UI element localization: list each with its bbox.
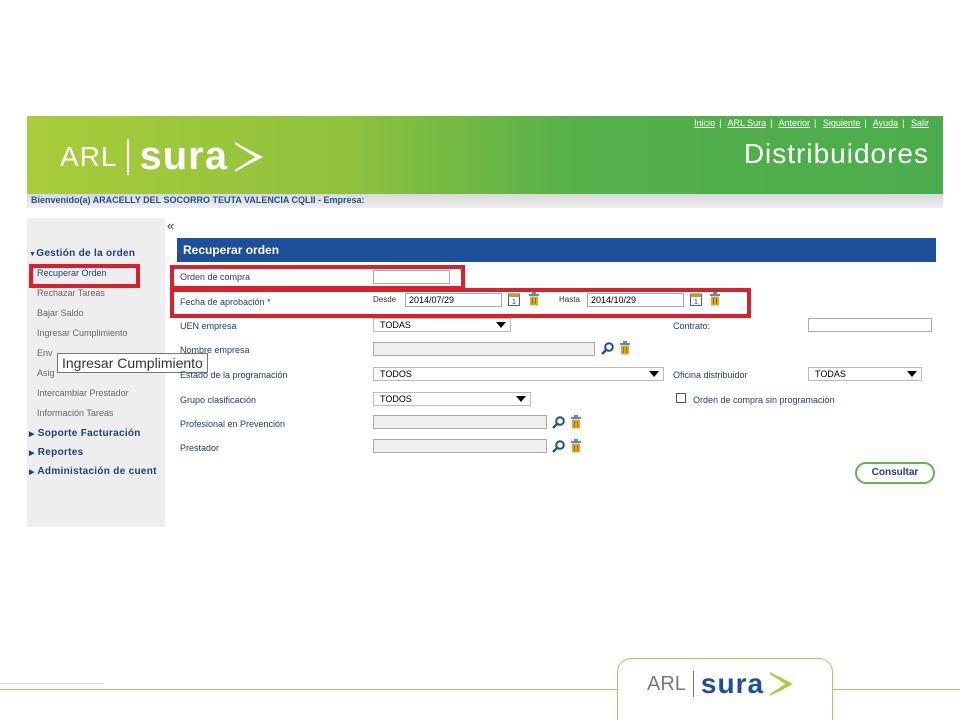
top-links: Inicio | ARL Sura | Anterior | Siguiente | A… (694, 118, 929, 128)
trash-icon[interactable] (619, 341, 631, 355)
oficina-distribuidor-value: TODAS (815, 369, 846, 379)
link-salir[interactable]: Salir (911, 118, 929, 128)
estado-programacion-value: TODOS (380, 369, 412, 379)
sidebar-item-rechazar-tareas[interactable]: Rechazar Tareas (37, 288, 105, 298)
link-arl-sura[interactable]: ARL Sura (727, 118, 766, 128)
sidebar-item-asig[interactable]: Asig (37, 368, 55, 378)
uen-empresa-label: UEN empresa (180, 321, 237, 331)
chevron-down-icon (516, 396, 526, 402)
footer-brand-arl: ARL (647, 672, 686, 695)
trash-icon[interactable] (570, 439, 582, 453)
brand-divider (127, 138, 130, 175)
sura-chevron-icon (234, 141, 264, 172)
nombre-empresa-label: Nombre empresa (180, 345, 250, 355)
chevron-down-icon (496, 322, 506, 328)
form-title: Recuperar orden (177, 238, 936, 262)
footer-brand-sura: sura (700, 668, 765, 699)
prestador-input[interactable] (373, 439, 547, 453)
sidebar-item-intercambiar-prestador[interactable]: Intercambiar Prestador (37, 388, 129, 398)
oficina-distribuidor-label: Oficina distribuidor (673, 370, 748, 380)
caret-right-icon: ▶ (29, 450, 35, 457)
uen-empresa-value: TODAS (380, 320, 411, 330)
sin-programacion-label: Orden de compra sin programación (693, 395, 835, 405)
sidebar-item-bajar-saldo[interactable]: Bajar Saldo (37, 308, 84, 318)
prestador-label: Prestador (180, 443, 220, 453)
highlight-recuperar-orden (29, 264, 140, 288)
footer-logo: ARL sura (647, 668, 793, 700)
highlight-fecha-aprobacion (170, 288, 751, 318)
highlight-orden-compra (170, 265, 465, 290)
brand-arl: ARL (60, 140, 118, 172)
grupo-clasificacion-label: Grupo clasificación (180, 395, 257, 405)
link-anterior[interactable]: Anterior (779, 118, 811, 128)
estado-programacion-label: Estado de la programación (180, 370, 288, 380)
caret-right-icon: ▶ (29, 431, 35, 438)
nombre-empresa-input[interactable] (373, 342, 595, 356)
profesional-prevencion-input[interactable] (373, 415, 547, 429)
collapse-sidebar-button[interactable]: « (167, 218, 174, 233)
sidebar-item-informacion-tareas[interactable]: Información Tareas (37, 408, 113, 418)
sin-programacion-checkbox[interactable] (676, 393, 686, 403)
grupo-clasificacion-select[interactable]: TODOS (373, 392, 531, 406)
profesional-prevencion-label: Profesional en Prevención (180, 419, 286, 429)
link-inicio[interactable]: Inicio (694, 118, 715, 128)
caret-right-icon: ▶ (29, 469, 35, 476)
sidebar-item-env[interactable]: Env (37, 348, 53, 358)
search-icon[interactable] (552, 440, 565, 453)
sidebar-group-administracion[interactable]: ▶ Administación de cuent (29, 466, 165, 477)
sura-chevron-icon (769, 672, 793, 696)
contrato-input[interactable] (808, 318, 932, 332)
trash-icon[interactable] (570, 415, 582, 429)
contrato-label: Contrato: (673, 321, 711, 331)
oficina-distribuidor-select[interactable]: TODAS (808, 367, 922, 381)
search-icon[interactable] (601, 342, 614, 355)
chevron-down-icon (649, 371, 659, 377)
uen-empresa-select[interactable]: TODAS (373, 318, 511, 332)
brand-logo: ARL sura (60, 134, 265, 179)
welcome-bar: Bienvenido(a) ARACELLY DEL SOCORRO TEUTA… (27, 194, 943, 208)
link-siguiente[interactable]: Siguiente (823, 118, 861, 128)
link-ayuda[interactable]: Ayuda (873, 118, 898, 128)
estado-programacion-select[interactable]: TODOS (373, 367, 664, 381)
chevron-down-icon (907, 371, 917, 377)
sidebar-group-gestion[interactable]: ▼Gestión de la orden (29, 248, 135, 259)
sidebar-group-soporte[interactable]: ▶ Soporte Facturación (29, 428, 141, 439)
sidebar-group-reportes[interactable]: ▶ Reportes (29, 447, 84, 458)
consultar-button[interactable]: Consultar (855, 462, 935, 484)
footer-brand-divider (692, 671, 694, 697)
brand-sura: sura (139, 134, 228, 178)
footer-divider-left (0, 683, 104, 684)
sidebar-item-ingresar-cumplimiento[interactable]: Ingresar Cumplimiento (37, 328, 128, 338)
header-banner: Inicio | ARL Sura | Anterior | Siguiente | A… (27, 116, 943, 194)
section-title: Distribuidores (743, 138, 929, 169)
grupo-clasificacion-value: TODOS (380, 394, 412, 404)
search-icon[interactable] (552, 416, 565, 429)
